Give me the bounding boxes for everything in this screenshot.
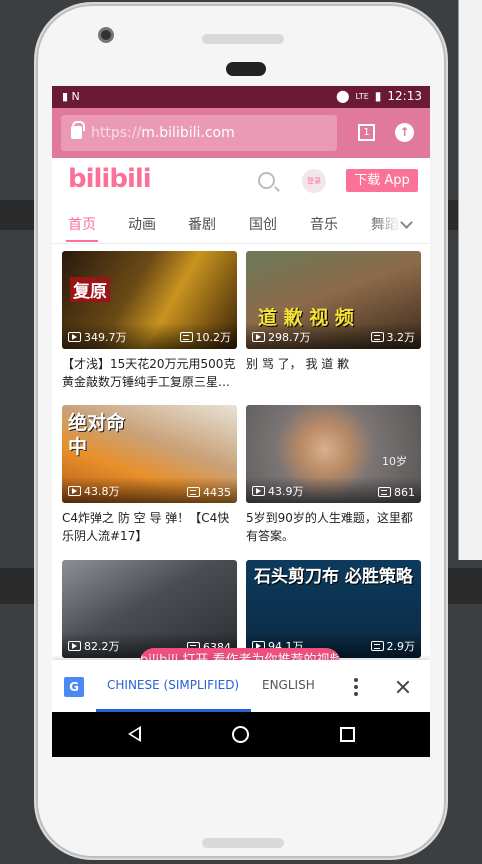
play-count-icon [68,486,81,496]
video-grid: 复原 349.7万 10.2万 【才浅】15天花20万元用500克黄金敲数万锤纯… [52,244,430,674]
danmaku-icon [370,641,384,651]
danmaku-icon [187,487,200,497]
battery-icon: ▮ [374,89,382,103]
google-translate-icon: G [64,677,84,697]
video-thumbnail[interactable]: 82.2万 6384 [62,560,237,658]
upload-icon[interactable]: ↑ [395,123,414,142]
login-button[interactable]: 登录 [302,169,326,193]
close-icon[interactable] [396,680,410,694]
translate-bar: G CHINESE (SIMPLIFIED) ENGLISH [52,660,430,712]
video-thumbnail[interactable]: 绝对命中 43.8万 4435 [62,405,237,503]
earpiece [226,62,266,76]
bottom-speaker [202,838,284,848]
url-field[interactable]: https://m.bilibili.com [61,115,337,151]
danmaku-count: 2.9万 [370,638,415,654]
view-count: 43.9万 [252,483,304,499]
tab-guochuang[interactable]: 国创 [249,214,277,234]
video-title[interactable]: C4炸弹之 防 空 导 弹！【C4快乐阴人流#17】 [62,509,237,545]
video-card[interactable]: 82.2万 6384 [62,560,237,658]
back-icon[interactable] [128,726,141,742]
video-thumbnail[interactable]: 复原 349.7万 10.2万 [62,251,237,349]
clock: 12:13 [387,89,422,103]
location-icon: ⬤ [336,89,350,103]
tab-music[interactable]: 音乐 [310,214,338,234]
video-title[interactable]: 【才浅】15天花20万元用500克黄金敲数万锤纯手工复原三星… [62,355,237,391]
search-icon[interactable] [258,172,275,189]
video-thumbnail[interactable]: 10岁 43.9万 861 [246,405,421,503]
thumbnail-caption: 复原 [70,277,110,302]
network-label: LTE [355,91,369,101]
status-icons: ⬤ LTE ▮ 12:13 [336,89,422,103]
more-options-icon[interactable] [354,678,358,699]
thumbnail-caption: 10岁 [382,455,407,468]
source-language-tab[interactable]: CHINESE (SIMPLIFIED) [107,678,239,692]
danmaku-icon [179,332,193,342]
play-count-icon [252,332,265,342]
danmaku-count: 10.2万 [179,329,231,345]
video-title[interactable]: 5岁到90岁的人生难题，这里都有答案。 [246,509,421,545]
view-count: 43.8万 [68,483,120,499]
view-count: 298.7万 [252,329,311,345]
play-count-icon [68,641,81,651]
tabs-fade [368,206,430,243]
active-tab-indicator [66,240,98,242]
video-card[interactable]: 石头剪刀布 必胜策略 94.1万 2.9万 [246,560,421,658]
notification-icons: ▮ N [62,90,80,103]
download-app-button[interactable]: 下载 App [346,169,418,192]
tab-animation[interactable]: 动画 [128,214,156,234]
url-host: m.bilibili.com [141,125,235,141]
url-scheme: https:// [91,125,142,141]
view-count: 82.2万 [68,638,120,654]
video-card[interactable]: 10岁 43.9万 861 5岁到90岁的人生难题，这里都有答案。 [246,405,421,545]
video-card[interactable]: 道 歉 视 频 298.7万 3.2万 别 骂 了， 我 道 歉 [246,251,421,391]
play-count-icon [68,332,81,342]
video-title[interactable]: 别 骂 了， 我 道 歉 [246,355,421,391]
front-camera [98,27,114,43]
status-bar: ▮ N ⬤ LTE ▮ 12:13 [52,86,430,108]
category-tabs: 首页 动画 番剧 国创 音乐 舞蹈 [52,206,430,244]
danmaku-icon [378,487,391,497]
bilibili-logo[interactable]: bilibili [68,164,152,194]
target-language-tab[interactable]: ENGLISH [262,678,315,692]
thumbnail-caption: 石头剪刀布 必胜策略 [254,567,413,587]
danmaku-count: 3.2万 [370,329,415,345]
android-nav-bar [52,712,430,757]
browser-toolbar: https://m.bilibili.com 1 ↑ [52,108,430,158]
site-header: bilibili 登录 下载 App [52,158,430,206]
danmaku-count: 4435 [187,486,231,499]
video-card[interactable]: 绝对命中 43.8万 4435 C4炸弹之 防 空 导 弹！【C4快乐阴人流#1… [62,405,237,545]
view-count: 349.7万 [68,329,127,345]
recent-apps-icon[interactable] [340,727,355,742]
video-thumbnail[interactable]: 石头剪刀布 必胜策略 94.1万 2.9万 [246,560,421,658]
side-panel [458,0,482,560]
top-speaker [202,34,284,44]
danmaku-icon [370,332,384,342]
tab-switcher-button[interactable]: 1 [358,124,375,141]
phone-screen: ▮ N ⬤ LTE ▮ 12:13 https://m.bilibili.com… [52,86,430,757]
lock-icon [71,121,85,139]
tab-home[interactable]: 首页 [68,214,96,234]
danmaku-count: 861 [378,486,415,499]
home-icon[interactable] [232,726,249,743]
video-thumbnail[interactable]: 道 歉 视 频 298.7万 3.2万 [246,251,421,349]
play-count-icon [252,486,265,496]
video-card[interactable]: 复原 349.7万 10.2万 【才浅】15天花20万元用500克黄金敲数万锤纯… [62,251,237,391]
thumbnail-caption: 绝对命中 [68,412,126,458]
tab-bangumi[interactable]: 番剧 [188,214,216,234]
